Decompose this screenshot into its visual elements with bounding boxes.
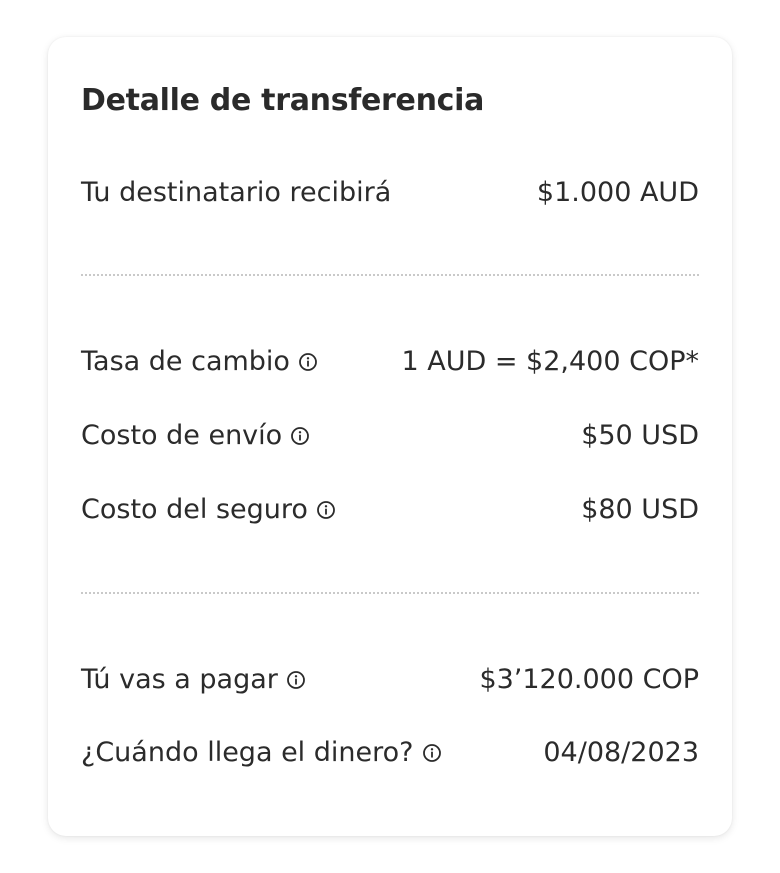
info-icon[interactable]: [286, 670, 306, 690]
divider: [81, 274, 699, 276]
exchange-rate-value: 1 AUD = $2,400 COP*: [401, 346, 699, 377]
shipping-cost-label: Costo de envío: [81, 420, 283, 451]
recipient-receives-label-group: Tu destinatario recibirá: [81, 173, 391, 213]
recipient-receives-row: Tu destinatario recibirá $1.000 AUD: [81, 173, 699, 213]
shipping-cost-value: $50 USD: [581, 420, 699, 451]
insurance-cost-label: Costo del seguro: [81, 494, 308, 525]
total-to-pay-row: Tú vas a pagar $3’120.000 COP: [81, 660, 699, 700]
arrival-date-label: ¿Cuándo llega el dinero?: [81, 737, 414, 768]
shipping-cost-row: Costo de envío $50 USD: [81, 416, 699, 456]
shipping-cost-label-group: Costo de envío: [81, 416, 310, 456]
info-icon[interactable]: [290, 426, 310, 446]
info-icon[interactable]: [316, 500, 336, 520]
exchange-rate-label-group: Tasa de cambio: [81, 342, 318, 382]
exchange-rate-row: Tasa de cambio 1 AUD = $2,400 COP*: [81, 342, 699, 382]
info-icon[interactable]: [422, 743, 442, 763]
insurance-cost-label-group: Costo del seguro: [81, 490, 336, 530]
arrival-date-value: 04/08/2023: [543, 737, 699, 768]
info-icon[interactable]: [298, 352, 318, 372]
insurance-cost-row: Costo del seguro $80 USD: [81, 490, 699, 530]
arrival-date-label-group: ¿Cuándo llega el dinero?: [81, 733, 442, 773]
total-to-pay-value: $3’120.000 COP: [479, 664, 699, 695]
total-to-pay-label-group: Tú vas a pagar: [81, 660, 306, 700]
recipient-receives-label: Tu destinatario recibirá: [81, 177, 392, 208]
transfer-detail-card: Detalle de transferencia Tu destinatario…: [48, 37, 732, 836]
card-title: Detalle de transferencia: [81, 83, 485, 118]
total-to-pay-label: Tú vas a pagar: [81, 664, 278, 695]
recipient-receives-value: $1.000 AUD: [536, 177, 699, 208]
exchange-rate-label: Tasa de cambio: [81, 346, 290, 377]
divider: [81, 592, 699, 594]
arrival-date-row: ¿Cuándo llega el dinero? 04/08/2023: [81, 733, 699, 773]
insurance-cost-value: $80 USD: [581, 494, 699, 525]
